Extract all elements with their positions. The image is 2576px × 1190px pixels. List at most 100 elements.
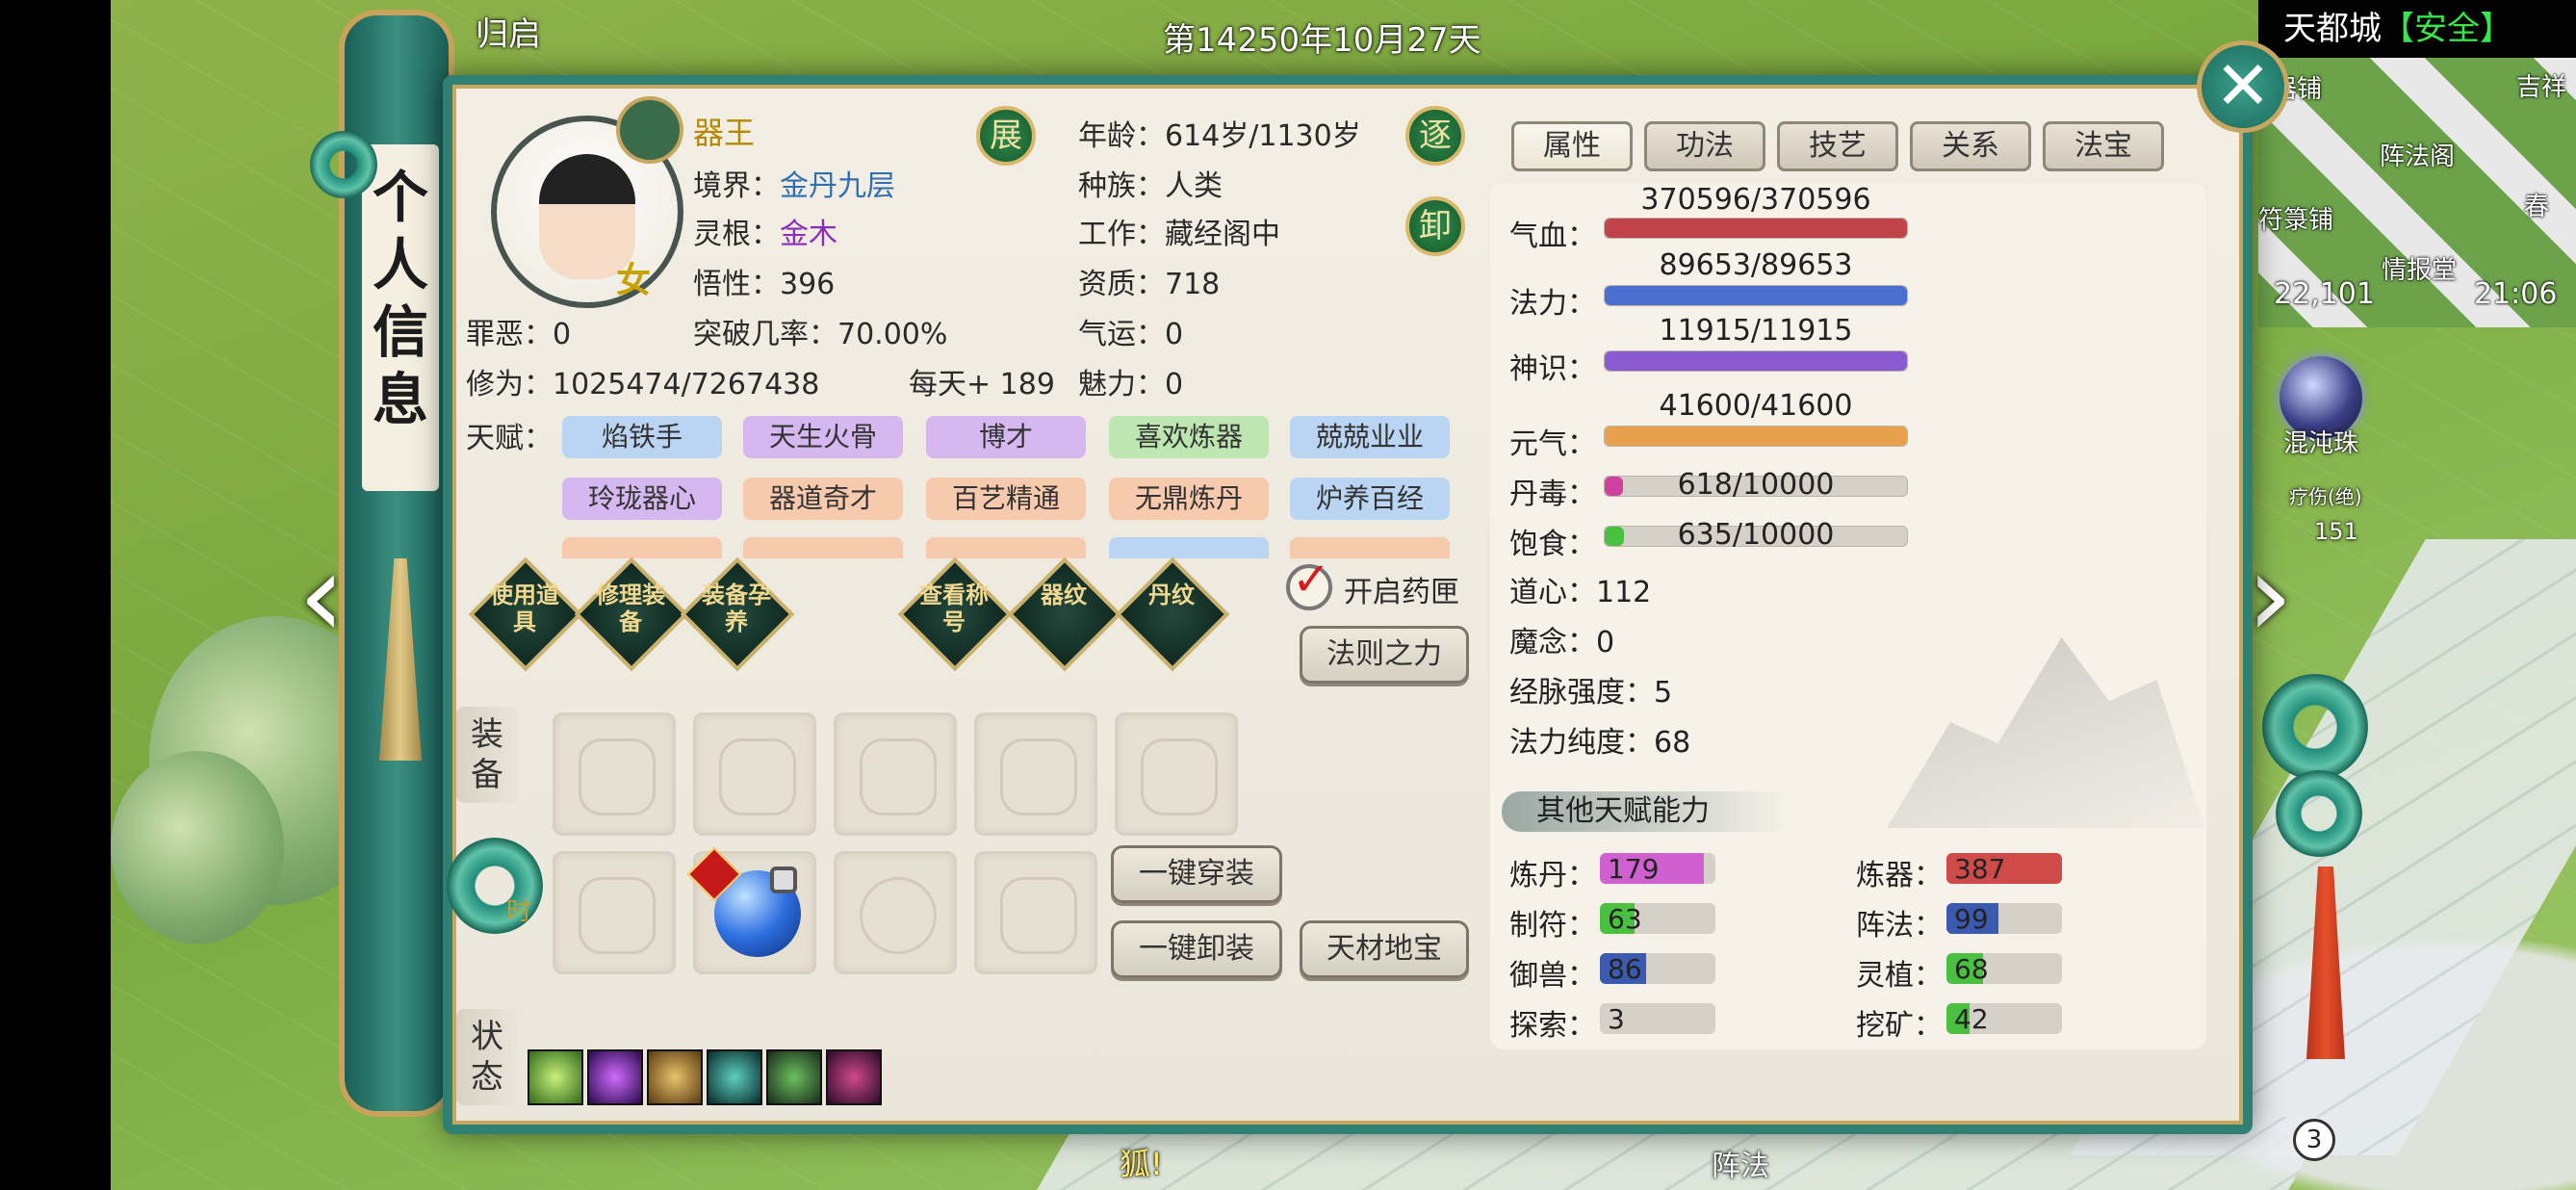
equipment-label: 装备 (456, 707, 518, 803)
map-label: 情报堂 (2382, 256, 2458, 285)
treasure-button[interactable]: 天材地宝 (1300, 920, 1469, 978)
buff-icon[interactable] (766, 1049, 822, 1105)
nurture-equipment-label: 装备孕养 (702, 581, 771, 635)
talent-tag[interactable] (926, 537, 1086, 558)
satiety-value: 635/10000 (1677, 518, 1835, 552)
ability-label: 炼器： (1856, 859, 1943, 892)
return-label[interactable]: 归启 (476, 8, 541, 55)
ability-value: 3 (1608, 1003, 1625, 1035)
ability-label: 灵植： (1856, 959, 1943, 993)
page-indicator[interactable]: 3 (2293, 1119, 2335, 1161)
ability-value: 42 (1954, 1003, 1989, 1035)
equip-all-button[interactable]: 一键穿装 (1111, 845, 1282, 903)
talent-tag[interactable]: 百艺精通 (926, 478, 1086, 520)
equipment-slot[interactable] (693, 712, 816, 836)
talent-tag[interactable] (743, 537, 903, 558)
artifact-pattern-label: 器纹 (1041, 581, 1087, 608)
lock-icon (770, 867, 797, 893)
breakthrough-label: 突破几率： (693, 318, 837, 351)
fox-notice[interactable]: 狐! (1120, 1140, 1163, 1184)
demon-stat: 魔念：0 (1509, 626, 1615, 660)
pill-pattern-label: 丹纹 (1148, 581, 1195, 608)
game-screen: 归启 第14250年10月27天 狐! 阵法 天都城【安全】 器铺 吉祥 阵法阁… (0, 0, 2576, 1190)
talent-tag[interactable]: 天生火骨 (743, 416, 903, 458)
purity-stat: 法力纯度：68 (1509, 726, 1691, 760)
sin-value: 0 (553, 318, 572, 351)
expand-button[interactable]: 展 (976, 106, 1036, 166)
cultivation-per-day: 每天+ 189 (909, 368, 1055, 401)
tab-skills[interactable]: 技艺 (1777, 121, 1898, 171)
equipment-slot[interactable] (974, 851, 1097, 974)
use-item-label: 使用道具 (490, 581, 559, 635)
ability-value: 86 (1608, 953, 1642, 985)
buff-icon[interactable] (647, 1049, 703, 1105)
equipment-slot[interactable] (553, 712, 676, 836)
talent-tag[interactable]: 喜欢炼器 (1109, 416, 1269, 458)
age-value: 614岁/1130岁 (1165, 119, 1361, 153)
ability-value: 68 (1954, 953, 1989, 985)
breakthrough-value: 70.00% (837, 318, 948, 351)
jade-ornament-icon (2262, 674, 2368, 780)
job-label: 工作： (1078, 218, 1165, 251)
unequip-all-button[interactable]: 一键卸装 (1111, 920, 1282, 978)
buff-icon[interactable] (707, 1049, 762, 1105)
cultivation-value: 1025474/7267438 (553, 368, 820, 401)
map-coordinates: 22,101 (2274, 277, 2375, 311)
job-value: 藏经阁中 (1165, 218, 1280, 251)
law-power-button[interactable]: 法则之力 (1300, 626, 1469, 684)
avatar-badge-icon (616, 96, 683, 164)
sin-label: 罪恶： (466, 318, 553, 351)
root-value: 金木 (780, 218, 837, 251)
talent-tag[interactable]: 玲珑器心 (562, 478, 722, 520)
equipment-slot[interactable] (834, 851, 957, 974)
hp-bar (1604, 218, 1908, 239)
safety-status: 【安全】 (2382, 10, 2512, 48)
close-button[interactable]: ✕ (2197, 40, 2289, 133)
charm-value: 0 (1165, 368, 1184, 401)
dao-heart-stat: 道心：112 (1509, 576, 1652, 609)
talent-tag[interactable]: 焰铁手 (562, 416, 722, 458)
formation-label[interactable]: 阵法 (1712, 1142, 1769, 1184)
charm-label: 魅力： (1078, 368, 1165, 401)
hp-label: 气血： (1509, 220, 1596, 253)
tab-relations[interactable]: 关系 (1910, 121, 2031, 171)
equipment-slot[interactable] (974, 712, 1097, 836)
comprehension-label: 悟性： (693, 268, 780, 301)
vitality-value: 41600/41600 (1659, 389, 1853, 423)
poison-value: 618/10000 (1677, 468, 1835, 502)
equipment-slot[interactable] (834, 712, 957, 836)
talents-list[interactable]: 焰铁手 天生火骨 博才 喜欢炼器 兢兢业业 玲珑器心 器道奇才 百艺精通 无鼎炼… (558, 414, 1463, 558)
expel-button[interactable]: 逐 (1405, 106, 1465, 166)
tab-treasures[interactable]: 法宝 (2043, 121, 2164, 171)
talent-tag[interactable]: 博才 (926, 416, 1086, 458)
tab-techniques[interactable]: 功法 (1644, 121, 1765, 171)
buff-icon[interactable] (826, 1049, 882, 1105)
tab-attributes[interactable]: 属性 (1511, 121, 1633, 171)
next-arrow-icon[interactable]: › (2247, 539, 2301, 655)
jade-ornament-icon (310, 131, 377, 198)
jade-ornament-icon (2276, 770, 2362, 857)
equipment-slot[interactable] (1115, 712, 1238, 836)
unload-button[interactable]: 卸 (1405, 196, 1465, 256)
left-letterbox (0, 0, 111, 1190)
talent-tag[interactable] (1109, 537, 1269, 558)
talent-tag[interactable]: 无鼎炼丹 (1109, 478, 1269, 520)
luck-label: 气运： (1078, 318, 1165, 351)
poison-label: 丹毒： (1509, 478, 1596, 511)
root-label: 灵根： (693, 218, 780, 251)
minimap-area[interactable]: 器铺 吉祥 阵法阁 符箓铺 春 情报堂 22,101 21:06 (2258, 58, 2576, 327)
city-bar: 天都城【安全】 (2258, 0, 2576, 58)
talent-tag[interactable]: 炉养百经 (1290, 478, 1450, 520)
buff-icon[interactable] (528, 1049, 583, 1105)
buff-icon[interactable] (587, 1049, 643, 1105)
equipment-slot[interactable] (553, 851, 676, 974)
talent-tag[interactable]: 器道奇才 (743, 478, 903, 520)
talent-tag[interactable]: 兢兢业业 (1290, 416, 1450, 458)
map-time: 21:06 (2474, 277, 2558, 311)
meridian-stat: 经脉强度：5 (1509, 676, 1673, 710)
talent-tag[interactable] (562, 537, 722, 558)
ability-value: 99 (1954, 903, 1989, 935)
ability-label: 制符： (1509, 909, 1596, 943)
minimap[interactable]: 天都城【安全】 器铺 吉祥 阵法阁 符箓铺 春 情报堂 22,101 21:06 (2258, 0, 2576, 327)
age-label: 年龄： (1078, 119, 1165, 153)
